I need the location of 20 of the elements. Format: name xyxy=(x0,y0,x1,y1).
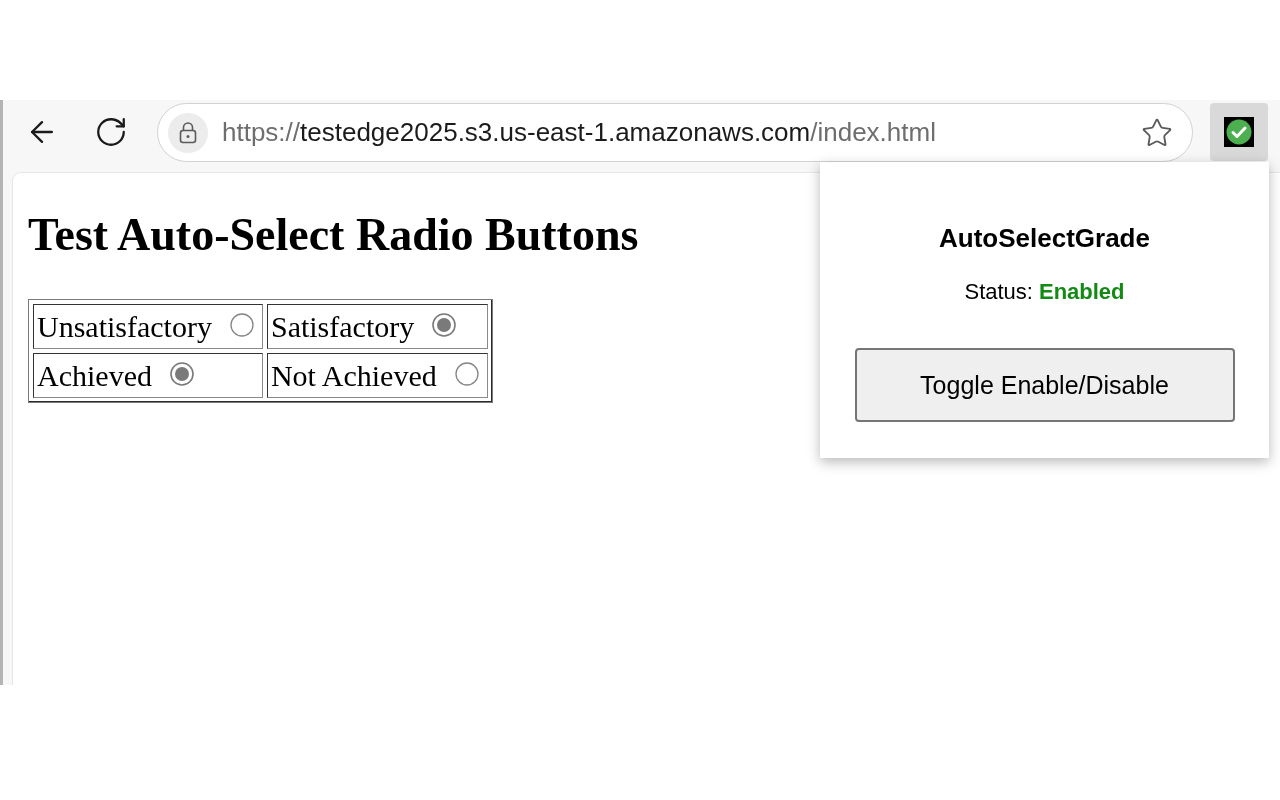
refresh-icon xyxy=(94,115,128,149)
page-heading: Test Auto-Select Radio Buttons xyxy=(28,209,639,261)
grade-label: Achieved xyxy=(37,358,152,393)
grade-label: Satisfactory xyxy=(270,309,415,344)
status-label: Status: xyxy=(964,279,1033,305)
radio-button[interactable] xyxy=(229,312,254,337)
grade-label: Not Achieved xyxy=(270,358,437,393)
radio-button[interactable] xyxy=(432,312,457,337)
extension-button[interactable] xyxy=(1210,103,1268,161)
check-circle-icon xyxy=(1224,117,1254,147)
popup-title: AutoSelectGrade xyxy=(939,223,1150,253)
address-bar[interactable]: https://testedge2025.s3.us-east-1.amazonaws.com/index.html xyxy=(157,103,1193,162)
status-value: Enabled xyxy=(1038,279,1125,305)
radio-button[interactable] xyxy=(454,361,479,386)
grade-label: Unsatisfactory xyxy=(37,309,212,344)
lock-icon[interactable] xyxy=(168,112,208,153)
star-icon xyxy=(1141,116,1173,149)
url-text: https://testedge2025.s3.us-east-1.amazonaws.com/index.html xyxy=(222,117,937,148)
radio-button[interactable] xyxy=(169,361,194,386)
toggle-button[interactable]: Toggle Enable/Disable xyxy=(854,348,1235,422)
